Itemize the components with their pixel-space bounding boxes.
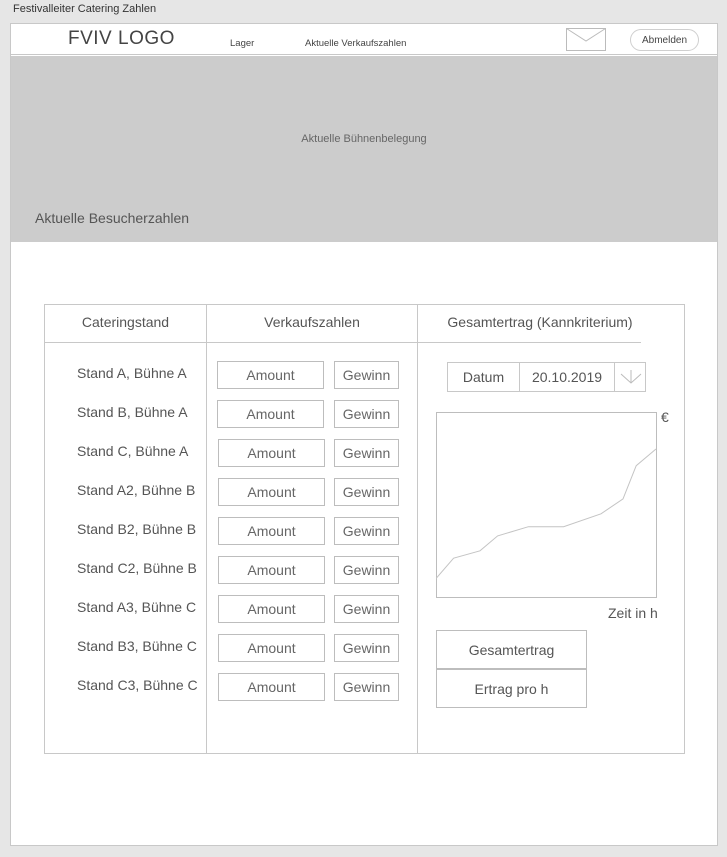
top-bar: FVIV LOGO Lager Aktuelle Verkaufszahlen … [11, 24, 717, 55]
stand-label: Stand C3, Bühne C [77, 677, 198, 693]
column-divider [417, 305, 418, 753]
amount-field[interactable]: Amount [218, 556, 325, 584]
gewinn-field[interactable]: Gewinn [334, 400, 399, 428]
gewinn-field[interactable]: Gewinn [334, 478, 399, 506]
gesamtertrag-button[interactable]: Gesamtertrag [436, 630, 587, 669]
stand-label: Stand C, Bühne A [77, 443, 189, 459]
amount-field[interactable]: Amount [218, 673, 325, 701]
amount-field[interactable]: Amount [218, 439, 325, 467]
gewinn-field[interactable]: Gewinn [334, 673, 399, 701]
header-cateringstand: Cateringstand [81, 314, 170, 330]
stand-label: Stand A3, Bühne C [77, 599, 197, 615]
date-value[interactable]: 20.10.2019 [520, 363, 615, 391]
amount-field[interactable]: Amount [218, 634, 325, 662]
banner: Aktuelle Bühnenbelegung Aktuelle Besuche… [11, 56, 717, 242]
amount-field[interactable]: Amount [217, 361, 324, 389]
header-verkaufszahlen: Verkaufszahlen [264, 314, 360, 330]
chart-unit-label: € [661, 409, 669, 425]
mail-icon[interactable] [566, 28, 606, 51]
gewinn-field[interactable]: Gewinn [334, 439, 399, 467]
date-label: Datum [448, 363, 520, 391]
header-divider [45, 342, 641, 343]
nav-link-lager[interactable]: Lager [230, 38, 254, 49]
app-frame: FVIV LOGO Lager Aktuelle Verkaufszahlen … [10, 23, 718, 846]
revenue-chart [436, 412, 657, 598]
chart-x-axis-label: Zeit in h [608, 605, 658, 621]
stage-occupancy-text: Aktuelle Bühnenbelegung [301, 133, 427, 145]
column-divider [206, 305, 207, 753]
stand-label: Stand A2, Bühne B [77, 482, 196, 498]
amount-field[interactable]: Amount [217, 400, 324, 428]
header-gesamtertrag: Gesamtertrag (Kannkriterium) [447, 314, 633, 330]
stand-label: Stand B, Bühne A [77, 404, 188, 420]
stand-label: Stand B3, Bühne C [77, 638, 197, 654]
logo: FVIV LOGO [68, 28, 175, 49]
amount-field[interactable]: Amount [218, 517, 325, 545]
nav-link-verkaufszahlen[interactable]: Aktuelle Verkaufszahlen [305, 38, 406, 49]
gewinn-field[interactable]: Gewinn [334, 517, 399, 545]
gewinn-field[interactable]: Gewinn [334, 556, 399, 584]
arrow-down-icon[interactable] [616, 363, 646, 391]
date-picker[interactable]: Datum 20.10.2019 [447, 362, 646, 392]
catering-table: Cateringstand Verkaufszahlen Gesamtertra… [44, 304, 685, 754]
gewinn-field[interactable]: Gewinn [334, 361, 399, 389]
logout-button[interactable]: Abmelden [630, 29, 699, 51]
visitor-count-text: Aktuelle Besucherzahlen [35, 210, 190, 226]
chart-frame [436, 412, 657, 598]
amount-field[interactable]: Amount [218, 478, 325, 506]
window-title: Festivalleiter Catering Zahlen [13, 3, 157, 15]
gewinn-field[interactable]: Gewinn [334, 634, 399, 662]
stand-label: Stand A, Bühne A [77, 365, 187, 381]
gewinn-field[interactable]: Gewinn [334, 595, 399, 623]
ertrag-pro-h-button[interactable]: Ertrag pro h [436, 669, 587, 708]
stand-label: Stand C2, Bühne B [77, 560, 197, 576]
stand-label: Stand B2, Bühne B [77, 521, 197, 537]
amount-field[interactable]: Amount [218, 595, 325, 623]
